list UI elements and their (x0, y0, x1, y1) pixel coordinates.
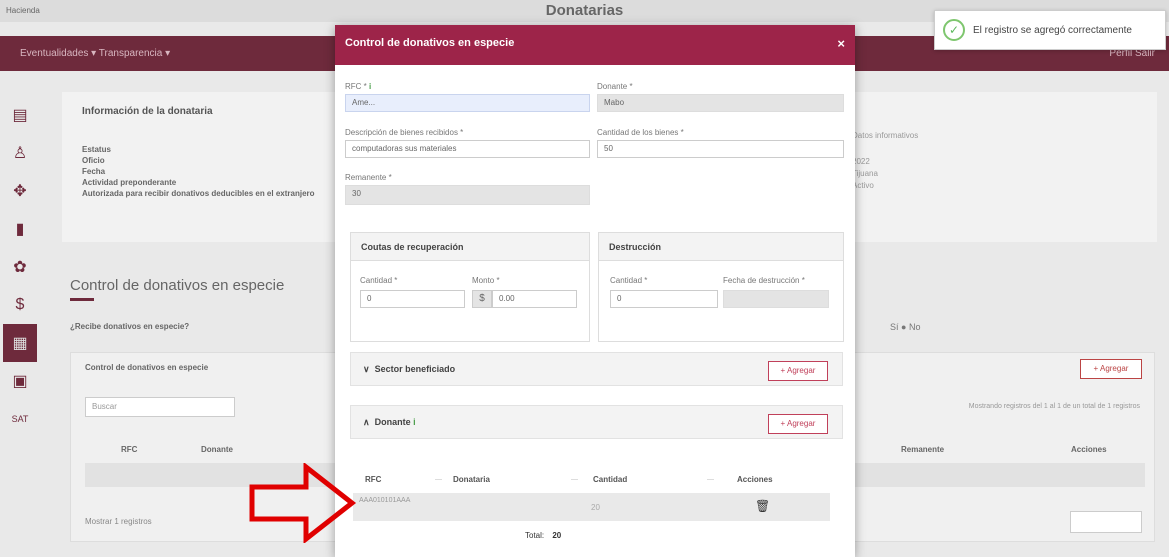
table-info: Mostrando registros del 1 al 1 de un tot… (968, 403, 1140, 410)
column-header[interactable]: Donante (201, 445, 233, 454)
nav-links[interactable]: Eventualidades ▾ Transparencia ▾ (20, 48, 170, 59)
donante-add-button[interactable]: + Agregar (768, 414, 828, 434)
section-underline (70, 298, 94, 301)
destruccion-fecha-label: Fecha de destrucción * (723, 276, 805, 285)
handshake-icon[interactable]: ✥ (0, 172, 40, 210)
cuotas-monto-field[interactable]: 0.00 (492, 290, 577, 308)
donante-accordion[interactable]: ∧ Donante i + Agregar (350, 405, 843, 439)
destruccion-cantidad-label: Cantidad * (610, 276, 648, 285)
cuotas-monto-label: Monto * (472, 276, 500, 285)
destruccion-box: Destrucción (598, 232, 844, 342)
table-total: Total: 20 (525, 531, 561, 540)
dollar-icon[interactable]: $ (0, 286, 40, 324)
column-header[interactable]: Acciones (1071, 445, 1107, 454)
column-header[interactable]: RFC (121, 445, 137, 454)
sat-icon[interactable]: SAT (0, 400, 40, 438)
close-icon[interactable]: × (837, 36, 845, 51)
document-icon[interactable]: ▮ (0, 210, 40, 248)
search-input[interactable]: Buscar (85, 397, 235, 417)
sort-icon[interactable]: — (707, 476, 714, 483)
person-icon[interactable]: ♙ (0, 134, 40, 172)
info-row: Oficio (82, 156, 105, 165)
cuotas-title: Coutas de recuperación (351, 233, 589, 261)
cuotas-box: Coutas de recuperación (350, 232, 590, 342)
id-card-icon[interactable]: ▤ (0, 96, 40, 134)
question-label: ¿Recibe donativos en especie? (70, 322, 190, 331)
column-header-cantidad[interactable]: Cantidad (593, 475, 627, 484)
info-right-item: Tijuana (852, 169, 878, 178)
sort-icon[interactable]: — (435, 476, 442, 483)
info-row: Fecha (82, 167, 106, 176)
cantidad-bienes-field[interactable]: 50 (597, 140, 844, 158)
info-rows: Estatus Oficio Fecha Actividad preponder… (82, 144, 322, 199)
destruccion-title: Destrucción (599, 233, 843, 261)
info-row: Estatus (82, 145, 111, 154)
descripcion-label: Descripción de bienes recibidos * (345, 128, 464, 137)
success-toast: ✓ El registro se agregó correctamente (934, 10, 1166, 50)
book-icon[interactable]: ▣ (0, 362, 40, 400)
destruccion-cantidad-field[interactable]: 0 (610, 290, 718, 308)
column-header-donataria[interactable]: Donataria (453, 475, 490, 484)
cuotas-cantidad-field[interactable]: 0 (360, 290, 465, 308)
trash-icon[interactable]: 🗑 (755, 499, 770, 513)
total-value: 20 (552, 531, 562, 540)
sector-accordion[interactable]: ∨ Sector beneficiado + Agregar (350, 352, 843, 386)
sort-icon[interactable]: — (571, 476, 578, 483)
info-row: Autorizada para recibir donativos deduci… (82, 189, 315, 198)
chevron-down-icon: ∨ (363, 364, 370, 374)
column-header-rfc[interactable]: RFC (365, 475, 381, 484)
column-header[interactable]: Remanente (901, 445, 944, 454)
section-title: Control de donativos en especie (70, 277, 285, 294)
page-size[interactable]: Mostrar 1 registros (85, 517, 152, 526)
row-rfc: AAA010101AAA (359, 497, 411, 504)
info-right-item: 2022 (852, 157, 870, 166)
sector-add-button[interactable]: + Agregar (768, 361, 828, 381)
info-right-item: Activo (852, 181, 874, 190)
currency-addon: $ (472, 290, 492, 308)
info-title: Información de la donataria (82, 106, 213, 117)
sidebar: ▤ ♙ ✥ ▮ ✿ $ ▦ ▣ SAT (0, 96, 40, 438)
rfc-field[interactable]: Ame... (345, 94, 590, 112)
info-right: Datos informativos 2022 Tijuana Activo (852, 130, 918, 192)
gear-icon[interactable]: ✿ (0, 248, 40, 286)
info-row: Actividad preponderante (82, 178, 177, 187)
sector-header[interactable]: ∨ Sector beneficiado (363, 364, 455, 375)
row-cantidad: 20 (591, 503, 600, 512)
modal-dialog: Control de donativos en especie × RFC * … (335, 25, 855, 557)
descripcion-field[interactable]: computadoras sus materiales (345, 140, 590, 158)
destruccion-fecha-field[interactable] (723, 290, 829, 308)
add-button[interactable]: + Agregar (1080, 359, 1142, 379)
total-label: Total: (525, 531, 545, 540)
donante-header[interactable]: ∧ Donante i (363, 417, 416, 428)
chevron-up-icon: ∧ (363, 417, 370, 427)
cuotas-cantidad-label: Cantidad * (360, 276, 398, 285)
radio-group[interactable]: Sí ● No (890, 322, 920, 332)
annotation-arrow-icon (249, 463, 357, 543)
info-right-item: Datos informativos (852, 131, 919, 140)
donante-label: Donante * (597, 82, 633, 91)
accordion-title[interactable]: Control de donativos en especie (85, 363, 208, 372)
info-icon: i (369, 82, 372, 91)
donante-field[interactable]: Mabo (597, 94, 844, 112)
modal-header: Control de donativos en especie × (335, 25, 855, 65)
cantidad-bienes-label: Cantidad de los bienes * (597, 128, 684, 137)
column-header-acciones: Acciones (737, 475, 773, 484)
remanente-label: Remanente * (345, 173, 392, 182)
toast-message: El registro se agregó correctamente (973, 24, 1132, 36)
table-row: AAA010101AAA 20 🗑 (353, 493, 830, 521)
rfc-label: RFC * i (345, 82, 372, 91)
info-icon: i (413, 417, 416, 427)
remanente-field[interactable]: 30 (345, 185, 590, 205)
pagination[interactable] (1070, 511, 1142, 533)
check-icon: ✓ (943, 19, 965, 41)
calendar-icon[interactable]: ▦ (3, 324, 37, 362)
modal-title: Control de donativos en especie (345, 37, 515, 49)
